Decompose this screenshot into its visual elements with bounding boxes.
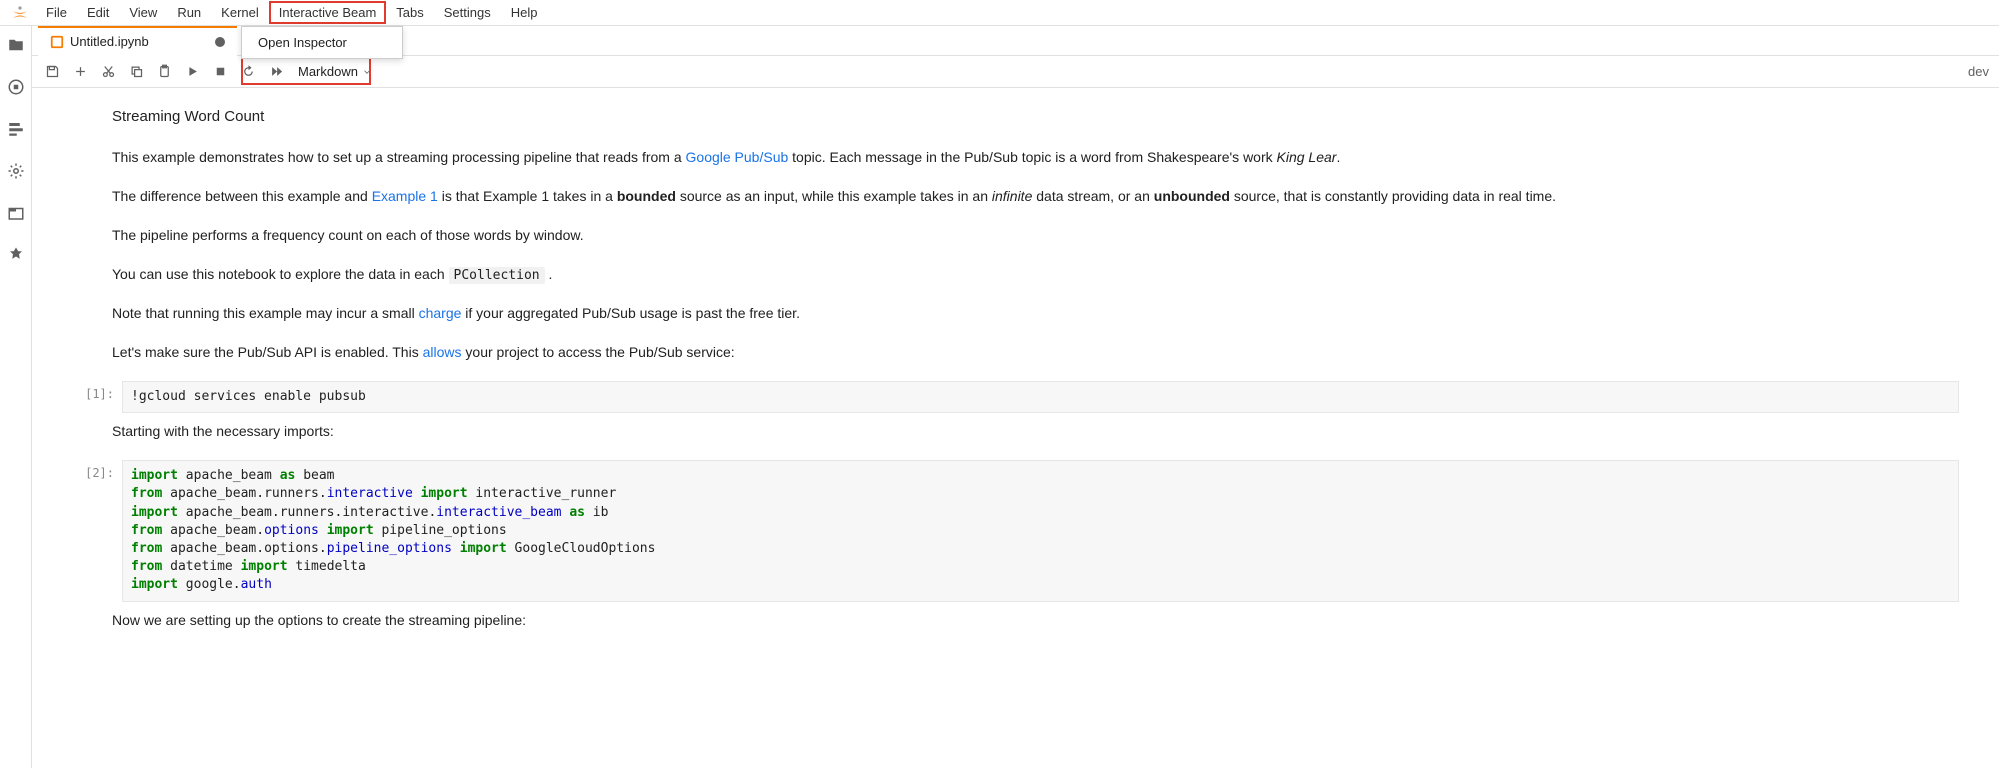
markdown-cell[interactable]: Streaming Word Count This example demonst… xyxy=(112,106,1999,363)
tabs-icon[interactable] xyxy=(7,204,25,222)
run-button[interactable] xyxy=(178,58,206,86)
celltype-selector[interactable]: Markdown xyxy=(290,64,380,79)
tab-dirty-indicator xyxy=(215,37,225,47)
paragraph: Now we are setting up the options to cre… xyxy=(112,610,1959,631)
menu-help[interactable]: Help xyxy=(501,1,548,24)
execution-prompt: [2]: xyxy=(72,460,122,480)
paste-button[interactable] xyxy=(150,58,178,86)
markdown-cell[interactable]: Starting with the necessary imports: xyxy=(112,421,1999,442)
restart-run-all-button[interactable] xyxy=(262,58,290,86)
left-rail xyxy=(0,26,32,768)
interactive-beam-dropdown: Open Inspector xyxy=(241,26,403,59)
commands-icon[interactable] xyxy=(7,120,25,138)
copy-button[interactable] xyxy=(122,58,150,86)
paragraph: Note that running this example may incur… xyxy=(112,303,1959,324)
menubar: FileEditViewRunKernelInteractive BeamTab… xyxy=(0,0,1999,26)
folder-icon[interactable] xyxy=(7,36,25,54)
paragraph: Let's make sure the Pub/Sub API is enabl… xyxy=(112,342,1959,363)
link[interactable]: Example 1 xyxy=(372,188,438,204)
cut-button[interactable] xyxy=(94,58,122,86)
paragraph: Starting with the necessary imports: xyxy=(112,421,1959,442)
menu-edit[interactable]: Edit xyxy=(77,1,119,24)
code-input[interactable]: import apache_beam as beam from apache_b… xyxy=(122,460,1959,601)
link[interactable]: Google Pub/Sub xyxy=(686,149,789,165)
celltype-label: Markdown xyxy=(298,64,358,79)
code-cell[interactable]: [1]:!gcloud services enable pubsub xyxy=(72,381,1999,413)
menu-interactive-beam[interactable]: Interactive Beam xyxy=(269,1,387,24)
cell-title: Streaming Word Count xyxy=(112,106,1959,129)
tab-untitled[interactable]: Untitled.ipynb xyxy=(38,26,237,56)
paragraph: The difference between this example and … xyxy=(112,186,1959,207)
kernel-label[interactable]: dev xyxy=(1968,64,1993,79)
menu-tabs[interactable]: Tabs xyxy=(386,1,433,24)
extension-icon[interactable] xyxy=(7,246,25,264)
chevron-down-icon xyxy=(362,67,372,77)
menu-run[interactable]: Run xyxy=(167,1,211,24)
insert-cell-button[interactable] xyxy=(66,58,94,86)
menu-file[interactable]: File xyxy=(36,1,77,24)
notebook-icon xyxy=(50,35,64,49)
toolbar: Markdown dev xyxy=(32,56,1999,88)
markdown-cell[interactable]: Now we are setting up the options to cre… xyxy=(112,610,1999,631)
link[interactable]: allows xyxy=(423,344,462,360)
paragraph: The pipeline performs a frequency count … xyxy=(112,225,1959,246)
running-icon[interactable] xyxy=(7,78,25,96)
menu-view[interactable]: View xyxy=(119,1,167,24)
link[interactable]: charge xyxy=(419,305,462,321)
jupyter-logo xyxy=(10,3,30,23)
interrupt-button[interactable] xyxy=(206,58,234,86)
paragraph: This example demonstrates how to set up … xyxy=(112,147,1959,168)
execution-prompt: [1]: xyxy=(72,381,122,401)
code-cell[interactable]: [2]:import apache_beam as beam from apac… xyxy=(72,460,1999,601)
settings-icon[interactable] xyxy=(7,162,25,180)
menu-kernel[interactable]: Kernel xyxy=(211,1,269,24)
code-input[interactable]: !gcloud services enable pubsub xyxy=(122,381,1959,413)
restart-button[interactable] xyxy=(234,58,262,86)
open-inspector-item[interactable]: Open Inspector xyxy=(242,27,402,58)
menu-settings[interactable]: Settings xyxy=(434,1,501,24)
notebook-content: Streaming Word Count This example demonst… xyxy=(32,88,1999,768)
save-button[interactable] xyxy=(38,58,66,86)
paragraph: You can use this notebook to explore the… xyxy=(112,264,1959,286)
tab-title: Untitled.ipynb xyxy=(70,34,149,49)
